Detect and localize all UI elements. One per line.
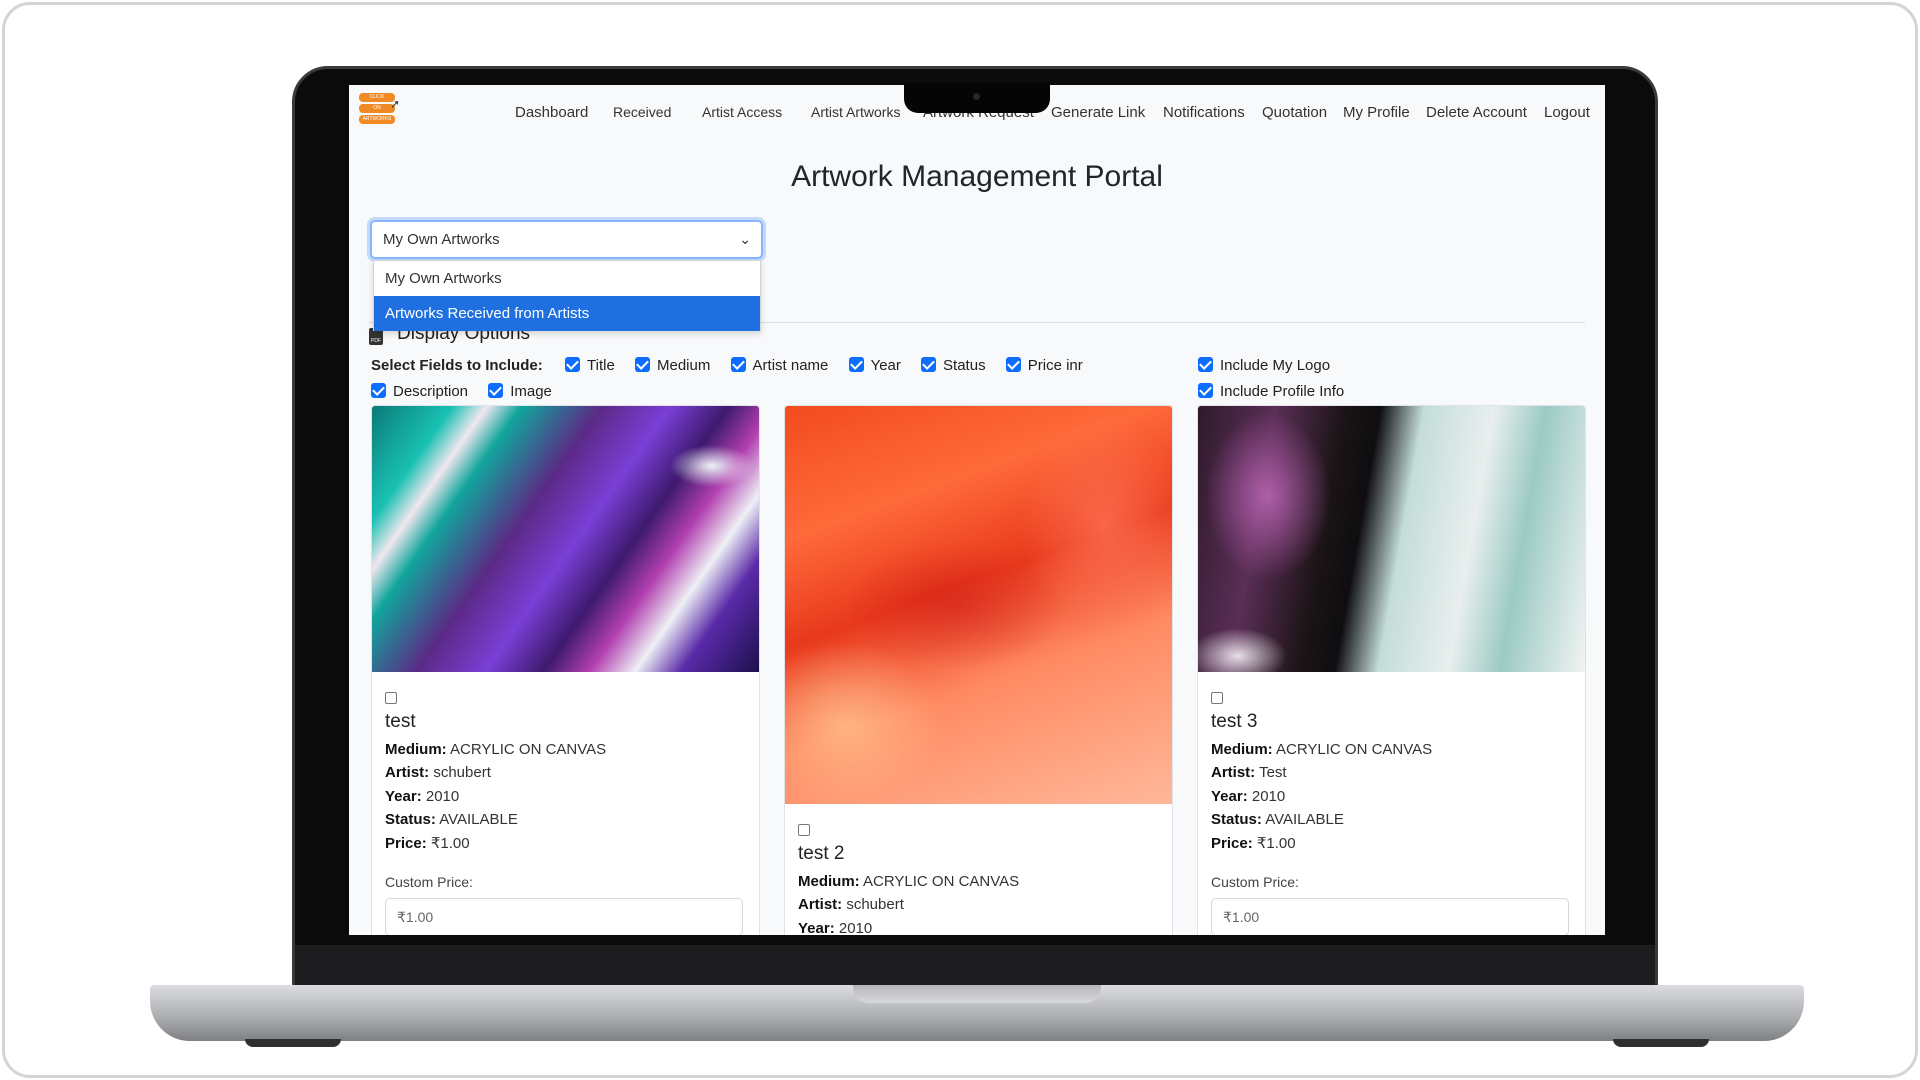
- fields-label: Select Fields to Include:: [371, 357, 543, 374]
- artwork-year: Year: 2010: [385, 788, 460, 805]
- artwork-medium: Medium: ACRYLIC ON CANVAS: [1211, 741, 1433, 758]
- artwork-status: Status: AVAILABLE: [385, 811, 518, 828]
- artwork-status: Status: AVAILABLE: [1211, 811, 1344, 828]
- custom-price-input[interactable]: ₹1.00: [385, 898, 743, 935]
- nav-dashboard[interactable]: Dashboard: [515, 104, 588, 121]
- laptop-groove: [853, 985, 1101, 1003]
- include-logo-checkbox[interactable]: Include My Logo: [1198, 357, 1330, 374]
- artwork-image: [785, 406, 1172, 804]
- camera-icon: [973, 93, 980, 100]
- nav-received[interactable]: Received: [613, 104, 671, 120]
- nav-artist-access[interactable]: Artist Access: [702, 104, 782, 120]
- fields-row: Select Fields to Include: Title Medium A…: [371, 357, 1099, 374]
- artwork-title: test 2: [798, 843, 845, 864]
- field-image-checkbox[interactable]: Image: [488, 383, 552, 400]
- artwork-artist: Artist: schubert: [385, 764, 491, 781]
- artwork-title: test 3: [1211, 711, 1258, 732]
- select-dropdown: My Own Artworks Artworks Received from A…: [373, 260, 761, 331]
- artwork-year: Year: 2010: [798, 920, 873, 935]
- field-price-checkbox[interactable]: Price inr: [1005, 357, 1083, 374]
- select-artwork-checkbox[interactable]: [385, 692, 397, 704]
- artwork-source-select[interactable]: My Own Artworks ⌄: [370, 220, 763, 259]
- custom-price-input[interactable]: ₹1.00: [1211, 898, 1569, 935]
- nav-notifications[interactable]: Notifications: [1163, 104, 1245, 121]
- nav-quotation[interactable]: Quotation: [1262, 104, 1327, 121]
- artwork-artist: Artist: schubert: [798, 896, 904, 913]
- dropdown-option-own[interactable]: My Own Artworks: [374, 261, 760, 296]
- artwork-image: [1198, 406, 1585, 672]
- custom-price-label: Custom Price:: [385, 874, 473, 890]
- artwork-image: [372, 406, 759, 672]
- artwork-card: test Medium: ACRYLIC ON CANVAS Artist: s…: [371, 405, 760, 935]
- dropdown-option-received[interactable]: Artworks Received from Artists: [374, 296, 760, 331]
- artwork-card: test 3 Medium: ACRYLIC ON CANVAS Artist:…: [1197, 405, 1586, 935]
- browser-screen: CLICK ON ARTWORKS ➚ Dashboard Received A…: [349, 85, 1605, 935]
- fields-row-2: Description Image: [371, 383, 568, 400]
- nav-generate-link[interactable]: Generate Link: [1051, 104, 1145, 121]
- chevron-down-icon: ⌄: [739, 231, 751, 247]
- laptop-foot: [245, 1039, 341, 1047]
- camera-notch: [904, 83, 1050, 113]
- nav-artist-artworks[interactable]: Artist Artworks: [811, 104, 900, 120]
- artwork-medium: Medium: ACRYLIC ON CANVAS: [385, 741, 607, 758]
- laptop-chin: [295, 945, 1655, 987]
- field-description-checkbox[interactable]: Description: [371, 383, 468, 400]
- field-title-checkbox[interactable]: Title: [565, 357, 615, 374]
- select-artwork-checkbox[interactable]: [798, 824, 810, 836]
- pointer-icon: ➚: [390, 97, 401, 111]
- artwork-price: Price: ₹1.00: [1211, 835, 1296, 852]
- artwork-title: test: [385, 711, 416, 732]
- field-status-checkbox[interactable]: Status: [921, 357, 986, 374]
- select-value: My Own Artworks: [383, 231, 500, 248]
- nav-my-profile[interactable]: My Profile: [1343, 104, 1410, 121]
- nav-delete-account[interactable]: Delete Account: [1426, 104, 1527, 121]
- laptop-foot: [1613, 1039, 1709, 1047]
- field-year-checkbox[interactable]: Year: [848, 357, 901, 374]
- field-artist-name-checkbox[interactable]: Artist name: [730, 357, 828, 374]
- artwork-year: Year: 2010: [1211, 788, 1286, 805]
- nav-logout[interactable]: Logout: [1544, 104, 1590, 121]
- include-profile-checkbox[interactable]: Include Profile Info: [1198, 383, 1344, 400]
- video-frame: CLICK ON ARTWORKS ➚ Dashboard Received A…: [2, 2, 1918, 1078]
- logo-bar: ARTWORKS: [359, 115, 395, 124]
- artwork-artist: Artist: Test: [1211, 764, 1287, 781]
- brand-logo[interactable]: CLICK ON ARTWORKS ➚: [359, 93, 401, 129]
- field-medium-checkbox[interactable]: Medium: [635, 357, 710, 374]
- custom-price-label: Custom Price:: [1211, 874, 1299, 890]
- artwork-card: test 2 Medium: ACRYLIC ON CANVAS Artist:…: [784, 405, 1173, 935]
- page-title: Artwork Management Portal: [791, 160, 1163, 193]
- artwork-medium: Medium: ACRYLIC ON CANVAS: [798, 873, 1020, 890]
- select-artwork-checkbox[interactable]: [1211, 692, 1223, 704]
- artwork-price: Price: ₹1.00: [385, 835, 470, 852]
